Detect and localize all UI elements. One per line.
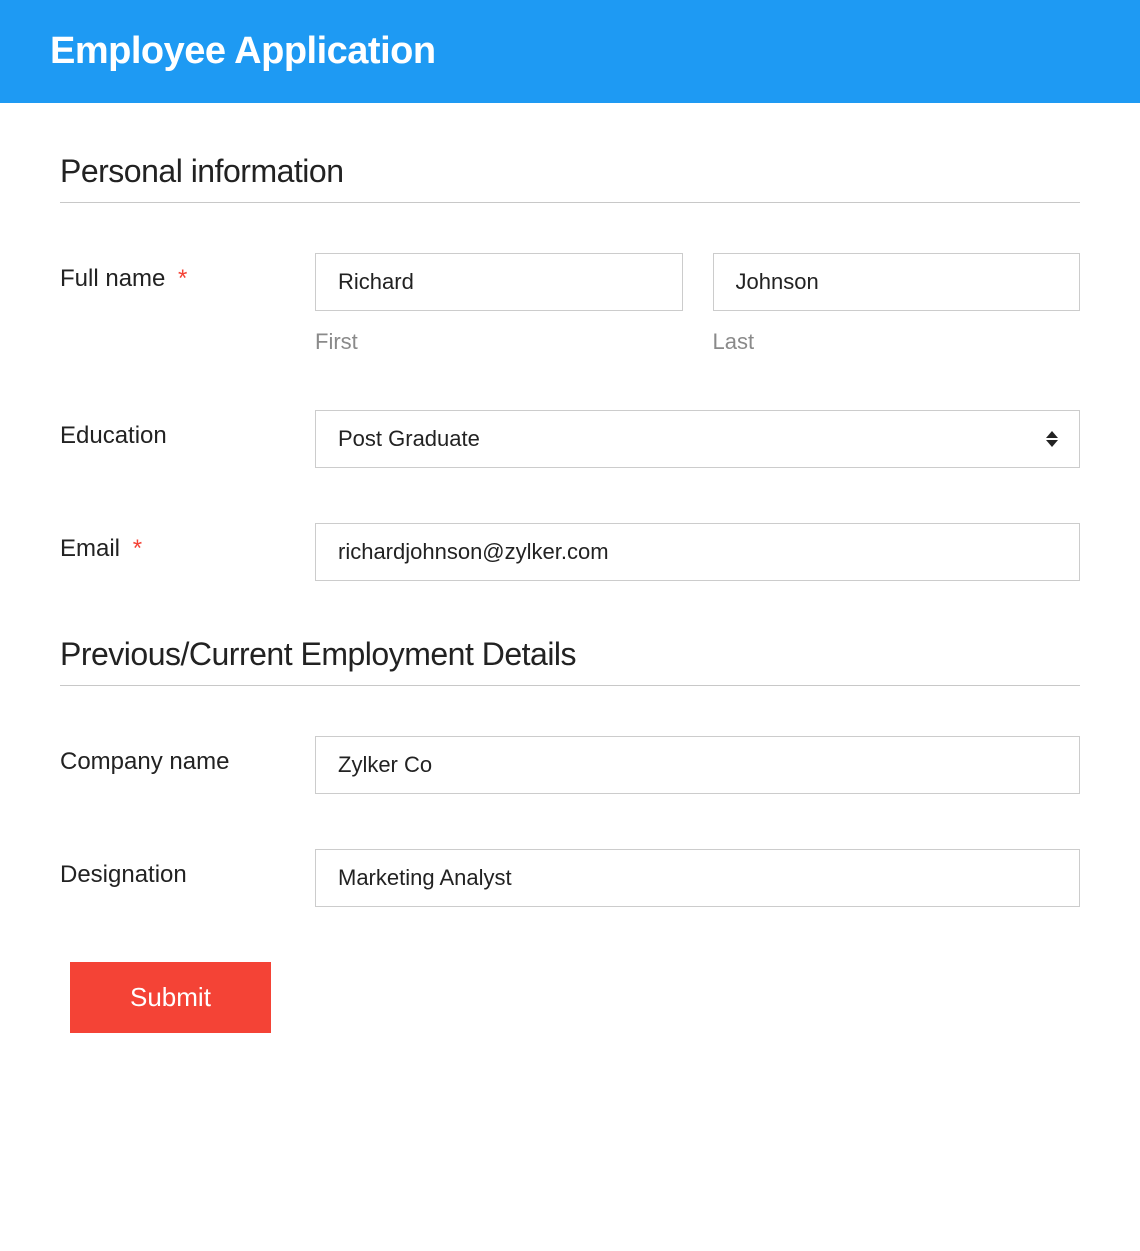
label-email: Email * bbox=[60, 523, 315, 563]
row-company: Company name bbox=[60, 736, 1080, 794]
label-designation: Designation bbox=[60, 849, 315, 889]
label-company: Company name bbox=[60, 736, 315, 776]
label-fullname: Full name * bbox=[60, 253, 315, 293]
label-education: Education bbox=[60, 410, 315, 450]
form-header: Employee Application bbox=[0, 0, 1140, 103]
page-title: Employee Application bbox=[50, 30, 1090, 73]
row-fullname: Full name * First Last bbox=[60, 253, 1080, 355]
row-designation: Designation bbox=[60, 849, 1080, 907]
form-body: Personal information Full name * First L… bbox=[0, 103, 1140, 1093]
label-fullname-text: Full name bbox=[60, 265, 165, 292]
last-name-input[interactable] bbox=[713, 253, 1081, 311]
company-input[interactable] bbox=[315, 736, 1080, 794]
section-title-personal: Personal information bbox=[60, 153, 1080, 203]
education-select[interactable] bbox=[315, 410, 1080, 468]
row-email: Email * bbox=[60, 523, 1080, 581]
sublabel-first: First bbox=[315, 329, 683, 355]
designation-input[interactable] bbox=[315, 849, 1080, 907]
submit-button[interactable]: Submit bbox=[70, 962, 271, 1033]
email-input[interactable] bbox=[315, 523, 1080, 581]
label-email-text: Email bbox=[60, 535, 120, 562]
sublabel-last: Last bbox=[713, 329, 1081, 355]
actions-row: Submit bbox=[60, 962, 1080, 1033]
first-name-input[interactable] bbox=[315, 253, 683, 311]
row-education: Education bbox=[60, 410, 1080, 468]
required-fullname: * bbox=[178, 265, 187, 292]
required-email: * bbox=[133, 535, 142, 562]
section-title-employment: Previous/Current Employment Details bbox=[60, 636, 1080, 686]
